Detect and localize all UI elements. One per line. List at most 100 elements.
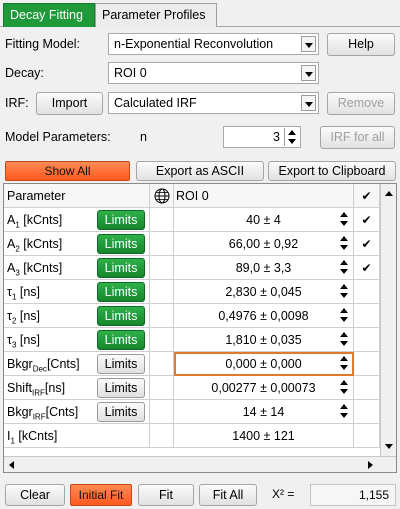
horizontal-scrollbar[interactable] bbox=[4, 456, 396, 472]
parameter-value[interactable]: 89,0 ± 3,3 bbox=[174, 256, 354, 280]
fix-checkbox[interactable] bbox=[354, 304, 380, 328]
value-stepper-icon[interactable] bbox=[339, 235, 350, 253]
irf-for-all-button[interactable]: IRF for all bbox=[320, 126, 395, 149]
parameter-name: A1 [kCnts] Limits bbox=[4, 208, 150, 232]
fix-checkbox[interactable]: ✔ bbox=[354, 208, 380, 232]
chevron-down-icon[interactable] bbox=[301, 65, 316, 81]
value-text: 1,810 ± 0,035 bbox=[225, 333, 302, 347]
export-clipboard-button[interactable]: Export to Clipboard bbox=[268, 161, 396, 181]
tab-decay-fitting[interactable]: Decay Fitting bbox=[3, 3, 95, 27]
value-stepper-icon[interactable] bbox=[339, 259, 350, 277]
limits-button[interactable]: Limits bbox=[97, 282, 145, 302]
parameter-value[interactable]: 1400 ± 121 bbox=[174, 424, 354, 448]
fitting-model-select[interactable]: n-Exponential Reconvolution bbox=[108, 33, 319, 55]
value-stepper-icon[interactable] bbox=[339, 307, 350, 325]
parameter-name: τ3 [ns] Limits bbox=[4, 328, 150, 352]
irf-value: Calculated IRF bbox=[114, 96, 197, 110]
parameter-value[interactable]: 66,00 ± 0,92 bbox=[174, 232, 354, 256]
parameter-unit: [Cnts] bbox=[46, 357, 80, 371]
global-cell[interactable] bbox=[150, 280, 174, 304]
parameter-value[interactable]: 1,810 ± 0,035 bbox=[174, 328, 354, 352]
value-stepper-icon[interactable] bbox=[339, 331, 350, 349]
parameter-subscript: Dec bbox=[32, 364, 47, 374]
chevron-down-icon[interactable] bbox=[301, 36, 316, 52]
parameter-table: Parameter ROI 0 ✔ A1 [kCnts] Limits 40 ±… bbox=[3, 183, 397, 473]
parameter-value[interactable]: 0,00277 ± 0,00073 bbox=[174, 376, 354, 400]
fix-checkbox[interactable] bbox=[354, 328, 380, 352]
scroll-down-icon[interactable] bbox=[385, 444, 393, 449]
limits-button[interactable]: Limits bbox=[97, 306, 145, 326]
parameter-value[interactable]: 2,830 ± 0,045 bbox=[174, 280, 354, 304]
fix-checkbox[interactable] bbox=[354, 376, 380, 400]
help-button[interactable]: Help bbox=[327, 33, 395, 56]
column-header-parameter: Parameter bbox=[4, 184, 150, 208]
value-stepper-icon[interactable] bbox=[339, 211, 350, 229]
value-text: 0,4976 ± 0,0098 bbox=[218, 309, 309, 323]
table-row: τ3 [ns] Limits 1,810 ± 0,035 bbox=[4, 328, 380, 352]
fix-checkbox[interactable] bbox=[354, 400, 380, 424]
value-stepper-icon[interactable] bbox=[339, 379, 350, 397]
value-text: 1400 ± 121 bbox=[232, 429, 295, 443]
clear-button[interactable]: Clear bbox=[5, 484, 65, 506]
export-ascii-button[interactable]: Export as ASCII bbox=[136, 161, 264, 181]
parameter-value[interactable]: 0,4976 ± 0,0098 bbox=[174, 304, 354, 328]
fix-checkbox[interactable] bbox=[354, 424, 380, 448]
import-button[interactable]: Import bbox=[36, 92, 103, 115]
vertical-scrollbar[interactable] bbox=[380, 184, 396, 456]
globe-icon[interactable] bbox=[150, 184, 174, 208]
fix-checkbox[interactable]: ✔ bbox=[354, 256, 380, 280]
parameter-name: ShiftIRF[ns] Limits bbox=[4, 376, 150, 400]
global-cell[interactable] bbox=[150, 328, 174, 352]
limits-button[interactable]: Limits bbox=[97, 378, 145, 398]
value-stepper-icon[interactable] bbox=[339, 403, 350, 421]
limits-button[interactable]: Limits bbox=[97, 402, 145, 422]
fix-checkbox[interactable] bbox=[354, 352, 380, 376]
global-cell[interactable] bbox=[150, 304, 174, 328]
remove-button[interactable]: Remove bbox=[327, 92, 395, 115]
fitting-model-value: n-Exponential Reconvolution bbox=[114, 37, 274, 51]
column-header-check[interactable]: ✔ bbox=[354, 184, 380, 208]
chevron-down-icon[interactable] bbox=[301, 95, 316, 111]
initial-fit-button[interactable]: Initial Fit bbox=[70, 484, 132, 506]
global-cell[interactable] bbox=[150, 208, 174, 232]
value-text: 89,0 ± 3,3 bbox=[235, 261, 292, 275]
table-row: τ1 [ns] Limits 2,830 ± 0,045 bbox=[4, 280, 380, 304]
fit-button[interactable]: Fit bbox=[138, 484, 194, 506]
fix-checkbox[interactable]: ✔ bbox=[354, 232, 380, 256]
limits-button[interactable]: Limits bbox=[97, 258, 145, 278]
fit-all-button[interactable]: Fit All bbox=[199, 484, 257, 506]
global-cell[interactable] bbox=[150, 424, 174, 448]
scroll-left-icon[interactable] bbox=[9, 461, 14, 469]
parameter-value[interactable]: 0,000 ± 0,000 bbox=[174, 352, 354, 376]
decay-select[interactable]: ROI 0 bbox=[108, 62, 319, 84]
limits-button[interactable]: Limits bbox=[97, 354, 145, 374]
parameter-unit: [kCnts] bbox=[19, 237, 63, 251]
stepper-arrows-icon[interactable] bbox=[284, 128, 299, 146]
fix-checkbox[interactable] bbox=[354, 280, 380, 304]
show-all-button[interactable]: Show All bbox=[5, 161, 130, 181]
limits-button[interactable]: Limits bbox=[97, 330, 145, 350]
limits-button[interactable]: Limits bbox=[97, 210, 145, 230]
parameter-value[interactable]: 14 ± 14 bbox=[174, 400, 354, 424]
parameter-symbol: Bkgr bbox=[7, 357, 33, 371]
scroll-right-icon[interactable] bbox=[368, 461, 373, 469]
n-stepper[interactable]: 3 bbox=[223, 126, 301, 148]
value-text: 0,000 ± 0,000 bbox=[225, 357, 302, 371]
limits-button[interactable]: Limits bbox=[97, 234, 145, 254]
parameter-name: τ1 [ns] Limits bbox=[4, 280, 150, 304]
tab-parameter-profiles[interactable]: Parameter Profiles bbox=[95, 3, 217, 27]
global-cell[interactable] bbox=[150, 376, 174, 400]
value-stepper-icon[interactable] bbox=[339, 355, 350, 373]
value-text: 0,00277 ± 0,00073 bbox=[211, 381, 316, 395]
scroll-up-icon[interactable] bbox=[385, 191, 393, 196]
global-cell[interactable] bbox=[150, 232, 174, 256]
irf-select[interactable]: Calculated IRF bbox=[108, 92, 319, 114]
global-cell[interactable] bbox=[150, 352, 174, 376]
parameter-symbol: Bkgr bbox=[7, 405, 33, 419]
global-cell[interactable] bbox=[150, 256, 174, 280]
value-text: 14 ± 14 bbox=[242, 405, 285, 419]
parameter-value[interactable]: 40 ± 4 bbox=[174, 208, 354, 232]
global-cell[interactable] bbox=[150, 400, 174, 424]
value-stepper-icon[interactable] bbox=[339, 283, 350, 301]
fitting-model-label: Fitting Model: bbox=[5, 37, 81, 51]
